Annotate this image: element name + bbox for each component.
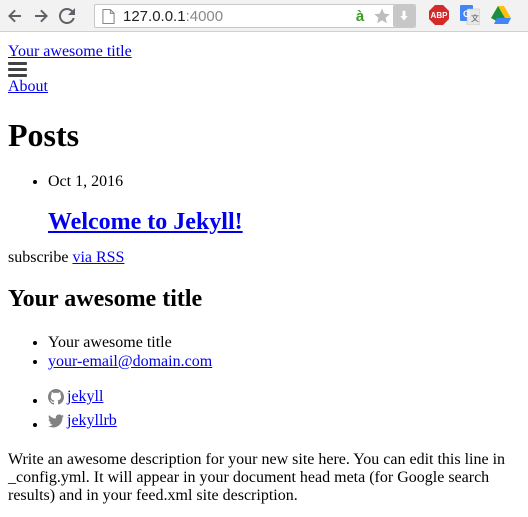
url-text: 127.0.0.1:4000 [123,8,223,25]
contact-name: Your awesome title [48,333,520,352]
url-port: :4000 [185,7,224,25]
social-item-github: jekyll [48,387,520,411]
post-title-link[interactable]: Welcome to Jekyll! [48,209,243,235]
github-link[interactable]: jekyll [48,387,103,407]
rss-link[interactable]: via RSS [72,249,124,266]
rss-subscribe: subscribe via RSS [8,249,520,267]
site-title-link[interactable]: Your awesome title [8,43,520,61]
forward-arrow-icon[interactable] [30,5,52,27]
site-description: Write an awesome description for your ne… [8,451,506,504]
url-host: 127.0.0.1 [123,7,186,25]
twitter-icon [48,414,64,428]
post-list: Oct 1, 2016 Welcome to Jekyll! [8,173,520,236]
reload-icon[interactable] [56,5,78,27]
twitter-label: jekyllrb [67,412,117,429]
page-content: Your awesome title About Posts Oct 1, 20… [0,43,528,505]
nav-link-about[interactable]: About [8,78,520,96]
social-links: jekyll jekyllrb [8,387,520,435]
site-footer: Your awesome title Your awesome title yo… [8,285,520,505]
hamburger-menu-icon[interactable] [8,62,27,77]
contact-email-link[interactable]: your-email@domain.com [48,353,212,370]
post-title: Welcome to Jekyll! [48,208,520,236]
address-bar[interactable]: 127.0.0.1:4000 à [94,4,416,28]
svg-text:G: G [463,9,470,19]
google-translate-icon[interactable]: G 文 [459,4,481,26]
svg-text:文: 文 [471,13,479,23]
google-drive-icon[interactable] [490,4,512,26]
post-date: Oct 1, 2016 [48,173,124,190]
back-arrow-icon[interactable] [4,5,26,27]
github-icon [48,389,64,405]
browser-toolbar: 127.0.0.1:4000 à ABP G 文 [0,0,528,32]
social-item-twitter: jekyllrb [48,411,520,435]
site-header: Your awesome title About [8,43,520,96]
list-item: Oct 1, 2016 Welcome to Jekyll! [48,173,520,236]
adblock-plus-icon[interactable]: ABP [428,4,450,26]
page-icon [99,7,117,25]
adblock-plus-label: ABP [429,5,449,25]
translate-a-icon[interactable]: à [349,5,371,27]
subscribe-text: subscribe [8,249,73,266]
github-label: jekyll [67,388,104,405]
footer-heading: Your awesome title [8,286,203,312]
twitter-link[interactable]: jekyllrb [48,411,117,431]
star-icon[interactable] [371,5,393,27]
contact-email-item: your-email@domain.com [48,352,520,371]
contact-list: Your awesome title your-email@domain.com [8,333,520,371]
page-heading: Posts [8,117,80,153]
download-icon[interactable] [393,5,415,27]
